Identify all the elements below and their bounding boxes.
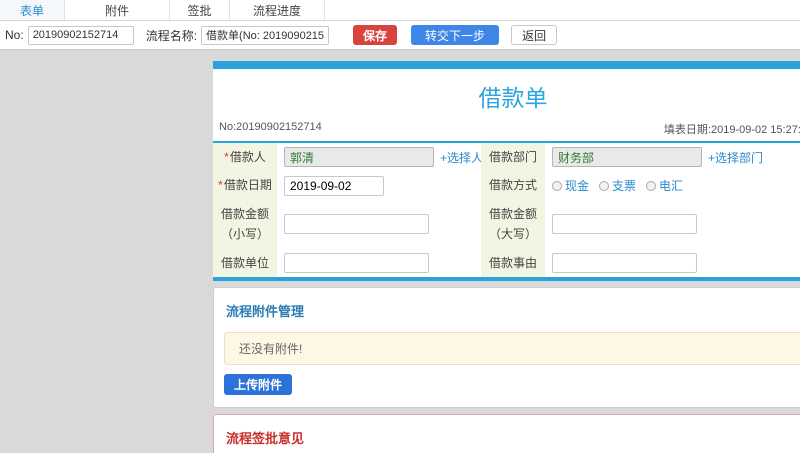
flow-name-input[interactable]: [201, 25, 330, 45]
required-mark: *: [224, 150, 229, 164]
loan-unit-value-cell: [277, 248, 481, 277]
loan-reason-input[interactable]: [552, 252, 697, 273]
approval-title: 流程签批意见: [226, 430, 305, 446]
borrower-label-cell: *借款人: [213, 143, 277, 172]
tab-bar: 表单 附件 签批 流程进度: [0, 0, 800, 21]
flow-name-label: 流程名称:: [145, 28, 198, 43]
tab-form[interactable]: 表单: [0, 0, 65, 20]
upload-attachment-button[interactable]: 上传附件: [224, 373, 293, 395]
forward-next-step-button[interactable]: 转交下一步: [411, 25, 500, 45]
loan-reason-label-cell: 借款事由: [481, 248, 545, 277]
radio-circle-icon: [599, 180, 610, 191]
amount-big-label-cell: 借款金额（大写）: [481, 199, 545, 249]
content-column: 借款单 No:20190902152714 填表日期:2019-09-02 15…: [213, 61, 800, 453]
loan-unit-label-cell: 借款单位: [213, 248, 277, 277]
form-meta-row: No:20190902152714 填表日期:2019-09-02 15:27:…: [213, 119, 800, 141]
amount-big-input[interactable]: [552, 214, 697, 235]
no-attachments-alert: 还没有附件!: [224, 331, 800, 365]
loan-method-value-cell: 现金 支票 电汇: [545, 171, 800, 200]
choose-department-link[interactable]: +选择部门: [708, 149, 763, 166]
no-input[interactable]: [27, 25, 134, 45]
panel-top-bar: [213, 61, 800, 69]
panel-bottom-bar: [213, 276, 800, 281]
save-button[interactable]: 保存: [353, 25, 398, 45]
required-mark: *: [218, 178, 223, 193]
form-fill-date: 填表日期:2019-09-02 15:27:1: [663, 124, 800, 136]
radio-cheque[interactable]: 支票: [599, 177, 636, 194]
radio-wire[interactable]: 电汇: [646, 177, 683, 194]
no-label: No:: [5, 28, 24, 42]
radio-circle-icon: [552, 180, 562, 191]
loan-form-panel: 借款单 No:20190902152714 填表日期:2019-09-02 15…: [213, 61, 800, 281]
loan-date-input[interactable]: [284, 175, 384, 196]
form-doc-no: No:20190902152714: [219, 121, 322, 133]
header-toolbar: No: 流程名称: 保存 转交下一步 返回: [0, 21, 800, 50]
department-label-cell: 借款部门: [481, 143, 545, 172]
amount-big-value-cell: [545, 199, 800, 249]
back-button[interactable]: 返回: [511, 25, 558, 45]
radio-circle-icon: [646, 180, 657, 191]
tab-attachments[interactable]: 附件: [65, 0, 170, 20]
borrower-value-cell: +选择人员: [277, 143, 495, 172]
amount-small-value-cell: [277, 199, 481, 249]
form-grid: *借款人 +选择人员 借款部门 +选择部门 *借款日期 借款方式: [213, 143, 800, 277]
loan-date-value-cell: [277, 171, 481, 200]
loan-reason-value-cell: [545, 248, 800, 277]
radio-cash[interactable]: 现金: [552, 177, 589, 194]
tab-sign[interactable]: 签批: [170, 0, 230, 20]
department-value-cell: +选择部门: [545, 143, 800, 172]
approval-panel: 流程签批意见 B I abc ✎ ⚑ ≣ ≡ ⇤ ⇥: [213, 413, 800, 453]
loan-unit-input[interactable]: [284, 252, 429, 273]
loan-date-label-cell: *借款日期: [213, 171, 277, 200]
department-input: [552, 147, 702, 168]
form-title: 借款单: [478, 85, 548, 111]
amount-small-input[interactable]: [284, 214, 429, 235]
amount-small-label-cell: 借款金额（小写）: [213, 199, 277, 249]
tab-progress[interactable]: 流程进度: [230, 0, 325, 20]
loan-method-label-cell: 借款方式: [481, 171, 545, 200]
attachments-panel: 流程附件管理 还没有附件! 上传附件: [213, 286, 800, 408]
borrower-input: [284, 147, 434, 168]
attachments-title: 流程附件管理: [226, 303, 305, 319]
